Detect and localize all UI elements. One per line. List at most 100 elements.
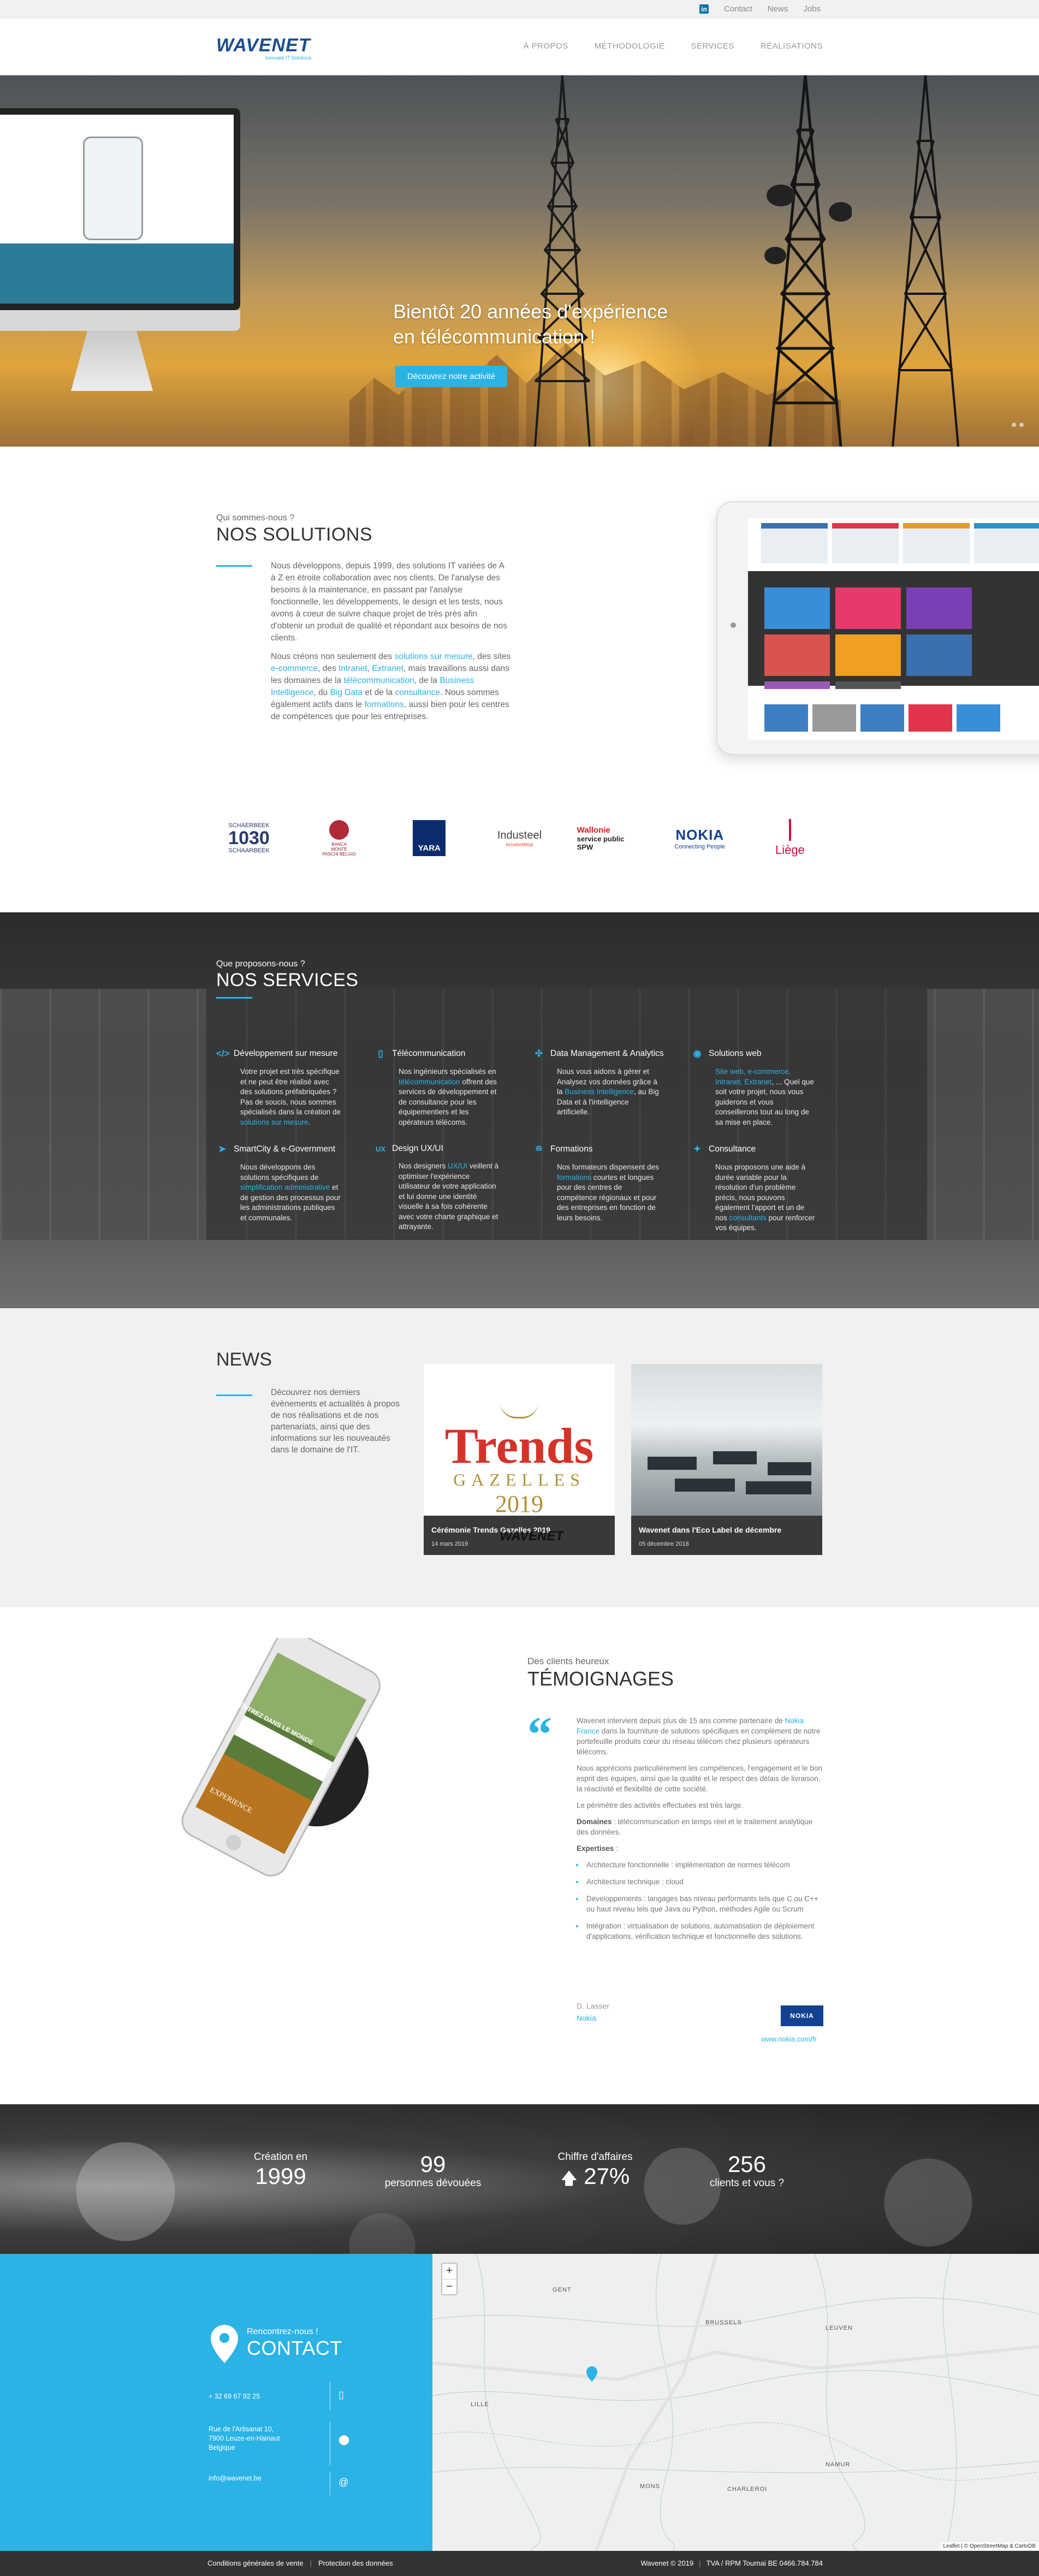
testimonial-paragraph: Domaines : télécommunication en temps ré…: [577, 1818, 813, 1836]
service-title[interactable]: SmartCity & e-Government: [234, 1144, 335, 1154]
link-big-data[interactable]: Big Data: [330, 688, 363, 697]
service-title[interactable]: Design UX/UI: [392, 1144, 443, 1154]
location-map[interactable]: BRUSSELS LILLE CHARLEROI NAMUR MONS LEUV…: [432, 2254, 1039, 2551]
service-link[interactable]: formations: [557, 1173, 591, 1182]
link-telecommunication[interactable]: télécommunication: [344, 676, 414, 685]
map-zoom-in-button[interactable]: +: [442, 2264, 456, 2279]
telecom-tower-image-far-right: [884, 75, 966, 447]
slider-dot[interactable]: [1012, 423, 1016, 427]
top-links: in Contact News Jobs: [699, 4, 821, 14]
location-marker: [586, 2366, 597, 2382]
client-logo-yara: YARA: [396, 820, 462, 856]
service-link[interactable]: UX/UI: [448, 1162, 467, 1170]
main-nav: À PROPOS MÉTHODOLOGIE SERVICES RÉALISATI…: [523, 41, 823, 51]
stat-clients: 256 clients et vous ?: [692, 2151, 801, 2189]
client-logo-wallonie: Wallonie service public SPW: [577, 825, 625, 851]
wavenet-logo[interactable]: WAVENET Innovate IT Solutions: [216, 35, 311, 61]
graduation-cap-icon: ≘: [535, 1144, 543, 1154]
service-item-solutions-web[interactable]: ◉ Solutions web Site web, e-commerce, Int…: [691, 1048, 828, 1127]
author-company: Nokia: [577, 2014, 596, 2022]
service-title[interactable]: Consultance: [709, 1144, 756, 1154]
link-extranet[interactable]: Extranet: [372, 664, 403, 673]
nav-services[interactable]: SERVICES: [691, 41, 734, 51]
link-e-commerce[interactable]: e-commerce: [271, 664, 318, 673]
service-title[interactable]: Data Management & Analytics: [550, 1049, 664, 1059]
trends-gazelles-image: Trends GAZELLES 2019: [424, 1402, 615, 1518]
stat-label: personnes dévouées: [384, 2177, 482, 2189]
service-item-smartcity[interactable]: ➤ SmartCity & e-Government Nous développo…: [216, 1144, 353, 1233]
testimonial-paragraph: Expertises :: [577, 1844, 618, 1853]
code-icon: </>: [216, 1048, 230, 1059]
link-intranet[interactable]: Intranet: [339, 664, 367, 673]
news-card-trends[interactable]: Trends GAZELLES 2019 Cérémonie Trends Ga…: [424, 1364, 615, 1555]
stat-value: 99: [420, 2151, 446, 2177]
stat-creation: Création en 1999: [226, 2151, 335, 2189]
smartphone-mockup: ENTREZ DANS LE MONDE EXPERIENCE: [126, 1630, 431, 1884]
stat-label: clients et vous ?: [709, 2177, 785, 2189]
testimonial-author: D. Lasser Nokia: [577, 2000, 609, 2024]
client-logo-schaerbeek: SCHAERBEEK 1030 SCHAARBEEK: [228, 822, 270, 854]
link-solutions-sur-mesure[interactable]: solutions sur mesure: [395, 652, 473, 661]
link-consultance[interactable]: consultance: [395, 688, 441, 697]
footer-link-privacy[interactable]: Protection des données: [318, 2559, 393, 2567]
news-card-title[interactable]: Wavenet dans l'Eco Label de décembre: [639, 1526, 815, 1534]
map-label-gent: GENT: [553, 2287, 572, 2293]
service-title[interactable]: Formations: [550, 1144, 593, 1154]
top-link-news[interactable]: News: [768, 4, 788, 14]
logo-tagline: Innovate IT Solutions: [265, 55, 312, 61]
nav-methodologie[interactable]: MÉTHODOLOGIE: [595, 41, 665, 51]
service-title[interactable]: Télécommunication: [392, 1049, 465, 1059]
globe-icon: ◉: [693, 1048, 702, 1059]
linkedin-icon[interactable]: in: [699, 4, 709, 14]
services-kicker: Que proposons-nous ?: [216, 959, 305, 969]
service-item-telecommunication[interactable]: ▯ Télécommunication Nos ingénieurs spécia…: [375, 1048, 511, 1127]
service-item-formations[interactable]: ≘ Formations Nos formateurs dispensent de…: [533, 1144, 669, 1233]
map-attribution[interactable]: Leaflet | © OpenStreetMap & CartoDB: [940, 2542, 1039, 2550]
discover-activity-button[interactable]: Découvrez notre activité: [395, 366, 507, 387]
news-card-eco-label[interactable]: Wavenet dans l'Eco Label de décembre 05 …: [631, 1364, 822, 1555]
consulting-icon: ✦: [693, 1144, 702, 1154]
map-label-mons: MONS: [640, 2483, 660, 2490]
service-item-developpement[interactable]: </> Développement sur mesure Votre projet…: [216, 1048, 353, 1127]
nav-a-propos[interactable]: À PROPOS: [523, 41, 568, 51]
service-item-data-management[interactable]: ✣ Data Management & Analytics Nous vous a…: [533, 1048, 669, 1127]
contact-phone[interactable]: + 32 69 67 92 25: [209, 2392, 260, 2402]
office-photo: [631, 1364, 822, 1516]
client-logo-industeel: Industeel ArcelorMittal: [497, 829, 542, 847]
ux-icon: UX: [375, 1144, 386, 1153]
contact-address: Rue de l'Artisanat 10, 7900 Leuze-en-Hai…: [209, 2425, 280, 2452]
nav-realisations[interactable]: RÉALISATIONS: [761, 41, 823, 51]
map-zoom-out-button[interactable]: −: [442, 2279, 456, 2294]
nokia-logo: NOKIA: [781, 2005, 823, 2026]
solutions-title: NOS SOLUTIONS: [216, 524, 373, 545]
hero-headline: Bientôt 20 années d'expérience en téléco…: [393, 299, 668, 349]
contact-title: CONTACT: [247, 2337, 342, 2359]
service-item-design-ux-ui[interactable]: UX Design UX/UI Nos designers UX/UI veill…: [375, 1144, 511, 1233]
client-logo-monte-paschi: BANCA MONTE PASCHI BELGIO: [306, 820, 372, 857]
stat-label: Chiffre d'affaires: [557, 2151, 633, 2163]
service-link[interactable]: télécommunication: [399, 1078, 460, 1086]
contact-email[interactable]: info@wavenet.be: [209, 2474, 262, 2484]
service-item-consultance[interactable]: ✦ Consultance Nous proposons une aide à d…: [691, 1144, 828, 1233]
footer-separator: |: [699, 2559, 701, 2567]
service-link[interactable]: consultants: [729, 1214, 767, 1222]
nokia-website-link[interactable]: www.nokia.com/fr: [761, 2035, 817, 2043]
footer-link-cgv[interactable]: Conditions générales de vente: [207, 2559, 304, 2567]
top-link-jobs[interactable]: Jobs: [803, 4, 821, 14]
map-label-namur: NAMUR: [826, 2461, 851, 2468]
service-link[interactable]: solutions sur mesure: [240, 1118, 308, 1126]
link-formations[interactable]: formations: [364, 700, 403, 709]
testimonials-title: TÉMOIGNAGES: [527, 1667, 674, 1690]
footer-vat: TVA / RPM Tournai BE 0466.784.784: [706, 2559, 823, 2567]
list-item: Architecture fonctionnelle : implémentat…: [584, 1860, 823, 1870]
top-link-contact[interactable]: Contact: [724, 4, 752, 14]
service-title[interactable]: Développement sur mesure: [234, 1049, 337, 1059]
service-title[interactable]: Solutions web: [709, 1049, 762, 1059]
phone-icon: ▯: [339, 2389, 344, 2400]
arrow-up-icon: 🡅: [560, 2170, 578, 2188]
service-link[interactable]: Business Intelligence: [565, 1088, 634, 1096]
slider-dot[interactable]: [1019, 423, 1024, 427]
site-footer: Conditions générales de vente | Protecti…: [0, 2551, 1039, 2576]
service-link[interactable]: simplification administrative: [240, 1183, 330, 1191]
solutions-kicker: Qui sommes-nous ?: [216, 513, 295, 523]
